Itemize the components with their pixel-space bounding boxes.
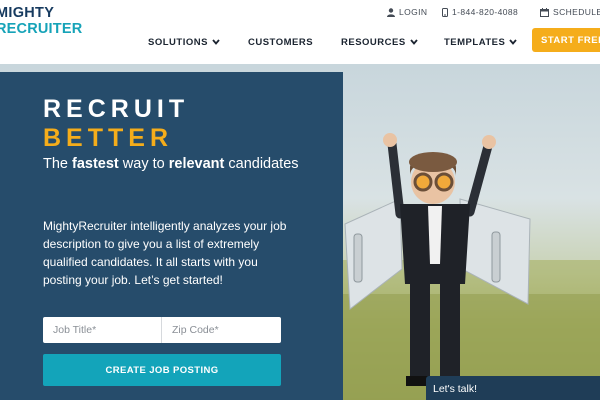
- user-icon: [387, 7, 395, 17]
- phone-number: 1-844-820-4088: [452, 7, 519, 17]
- job-title-input[interactable]: Job Title*: [43, 317, 162, 343]
- hero-tagline: The fastest way to relevant candidates: [43, 156, 313, 173]
- calendar-icon: [540, 7, 549, 17]
- tagline-bold-fastest: fastest: [72, 156, 119, 172]
- chevron-down-icon: [509, 37, 518, 48]
- nav-customers[interactable]: CUSTOMERS: [248, 35, 313, 49]
- nav-templates-label: TEMPLATES: [444, 36, 506, 48]
- nav-solutions[interactable]: SOLUTIONS: [148, 35, 220, 49]
- login-link[interactable]: LOGIN: [387, 6, 427, 18]
- create-job-posting-button[interactable]: CREATE JOB POSTING: [43, 354, 281, 386]
- nav-solutions-label: SOLUTIONS: [148, 36, 208, 48]
- hero-description: MightyRecruiter intelligently analyzes y…: [43, 219, 287, 287]
- schedule-label: SCHEDULE: [553, 7, 600, 17]
- start-free-button[interactable]: START FREE: [532, 28, 600, 52]
- job-form: Job Title* Zip Code*: [43, 317, 281, 343]
- tagline-bold-relevant: relevant: [168, 156, 225, 172]
- zip-code-input[interactable]: Zip Code*: [162, 317, 281, 343]
- chat-widget[interactable]: Let's talk!: [426, 376, 600, 400]
- logo-line2: RECRUITER: [0, 20, 83, 37]
- site-header: MIGHTY RECRUITER LOGIN 1-844-820-4088 SC…: [0, 0, 600, 64]
- hero-title-recruit: RECRUIT: [43, 95, 190, 123]
- chevron-down-icon: [212, 37, 220, 48]
- schedule-link[interactable]: SCHEDULE: [540, 6, 600, 18]
- logo[interactable]: MIGHTY RECRUITER: [0, 6, 82, 36]
- login-label: LOGIN: [399, 7, 428, 17]
- tagline-pre: The: [43, 156, 73, 172]
- tagline-post: candidates: [224, 156, 299, 172]
- nav-customers-label: CUSTOMERS: [248, 36, 314, 48]
- tagline-mid: way to: [118, 156, 169, 172]
- phone-link[interactable]: 1-844-820-4088: [442, 6, 518, 18]
- nav-resources-label: RESOURCES: [341, 36, 406, 48]
- chevron-down-icon: [410, 37, 418, 48]
- nav-templates[interactable]: TEMPLATES: [444, 35, 518, 49]
- logo-line1: MIGHTY: [0, 5, 55, 21]
- phone-icon: [442, 7, 448, 17]
- nav-resources[interactable]: RESOURCES: [341, 35, 418, 49]
- hero-title-better: BETTER: [43, 124, 173, 152]
